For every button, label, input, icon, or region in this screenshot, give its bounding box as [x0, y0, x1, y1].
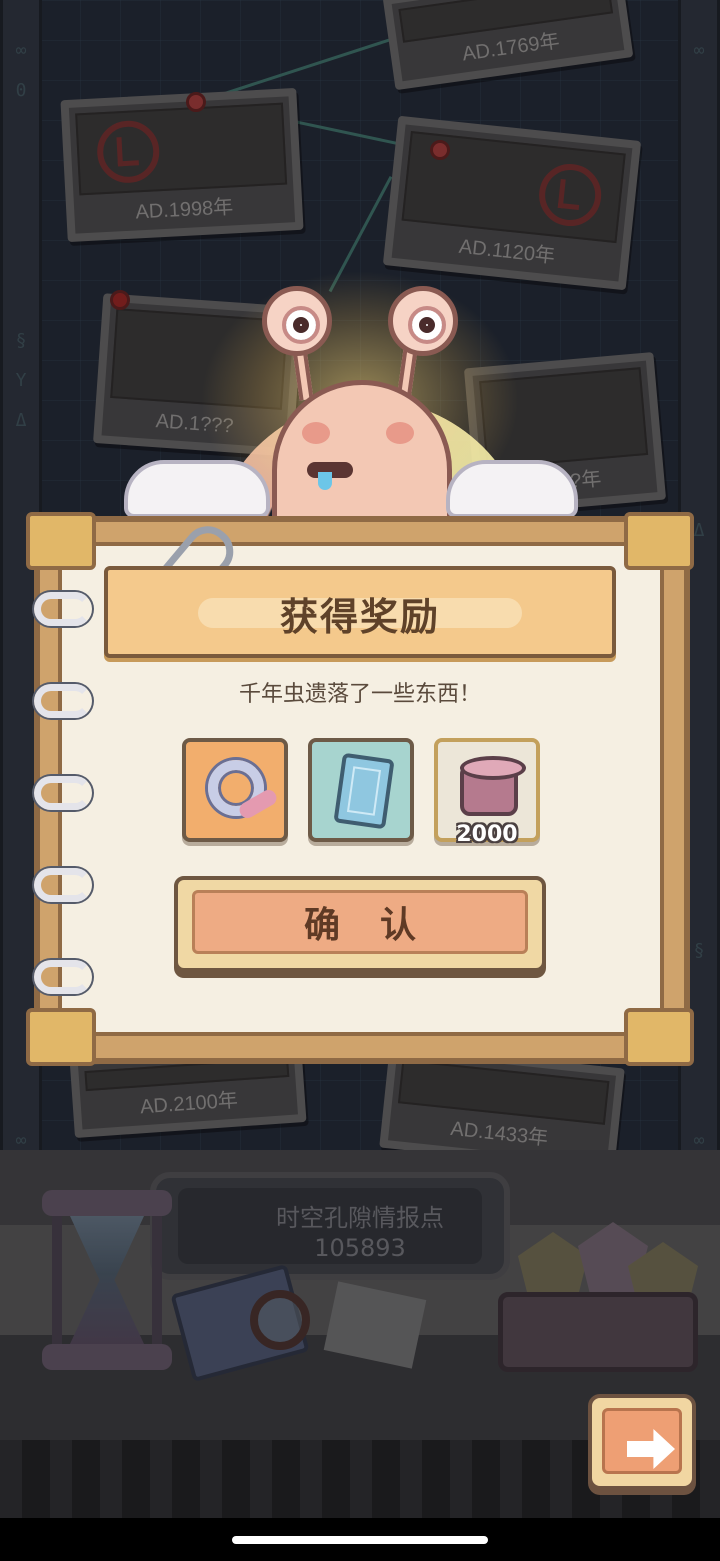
binder-ring-icon — [34, 960, 92, 994]
binder-ring-icon — [34, 684, 92, 718]
reward-slot[interactable] — [182, 738, 288, 842]
game-scene: ∞ 0 § Y Δ ∞ ∞ Δ § ∞ AD.1769年 AD.1998年 AD… — [0, 0, 720, 1561]
binder-ring-icon — [34, 592, 92, 626]
dialog-corner — [624, 1008, 694, 1066]
cloud-icon — [124, 460, 270, 518]
binder-ring-icon — [34, 776, 92, 810]
next-button[interactable] — [588, 1394, 696, 1490]
dialog-subtitle: 千年虫遗落了一些东西！ — [238, 682, 481, 707]
dialog-corner — [26, 1008, 96, 1066]
wreath-icon — [208, 760, 264, 816]
right-arrow-icon — [627, 1429, 675, 1469]
dialog-title: 获得奖励 — [279, 595, 440, 639]
reward-quantity: 2000 — [456, 822, 518, 847]
dialog-corner — [624, 512, 694, 570]
home-indicator[interactable] — [232, 1536, 488, 1544]
snail-eye-right — [388, 286, 458, 356]
reward-slot[interactable] — [308, 738, 414, 842]
cloud-icon — [446, 460, 578, 518]
scroll-icon — [460, 756, 526, 816]
card-icon — [333, 752, 395, 830]
millennium-bug-character — [0, 0, 720, 560]
dialog-corner — [26, 512, 96, 570]
snail-eye-left — [262, 286, 332, 356]
confirm-button-label: 确认 — [303, 905, 456, 946]
binder-ring-icon — [34, 868, 92, 902]
